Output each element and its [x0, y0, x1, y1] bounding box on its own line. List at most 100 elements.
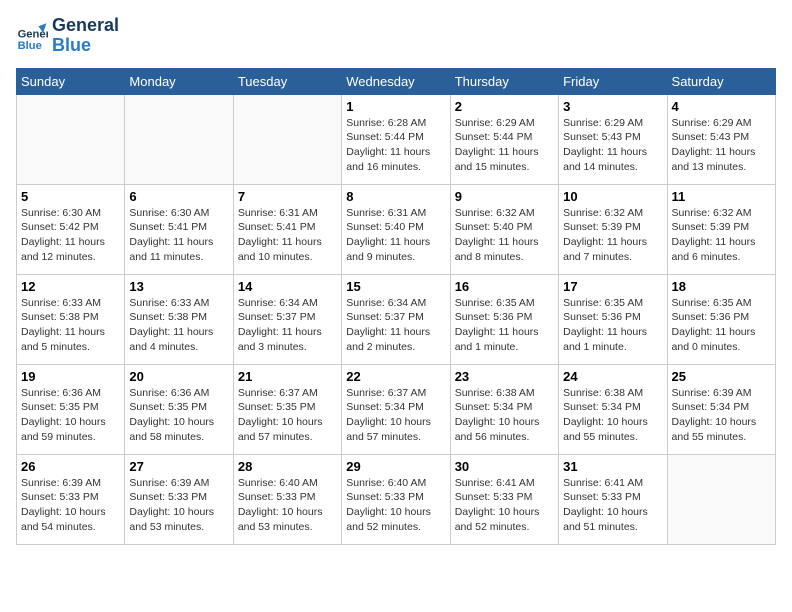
- day-info: Sunrise: 6:29 AM Sunset: 5:43 PM Dayligh…: [563, 116, 662, 175]
- calendar-cell: 16 Sunrise: 6:35 AM Sunset: 5:36 PM Dayli…: [450, 274, 558, 364]
- calendar-cell: 12 Sunrise: 6:33 AM Sunset: 5:38 PM Dayli…: [17, 274, 125, 364]
- day-number: 5: [21, 189, 120, 204]
- calendar-cell: 28 Sunrise: 6:40 AM Sunset: 5:33 PM Dayli…: [233, 454, 341, 544]
- calendar-cell: 7Sunrise: 6:31 AM Sunset: 5:41 PM Daylig…: [233, 184, 341, 274]
- day-info: Sunrise: 6:29 AM Sunset: 5:43 PM Dayligh…: [672, 116, 771, 175]
- logo-text: General Blue: [52, 16, 119, 56]
- day-info: Sunrise: 6:36 AM Sunset: 5:35 PM Dayligh…: [21, 386, 120, 445]
- day-header-wednesday: Wednesday: [342, 68, 450, 94]
- day-info: Sunrise: 6:35 AM Sunset: 5:36 PM Dayligh…: [563, 296, 662, 355]
- calendar-cell: 26Sunrise: 6:39 AM Sunset: 5:33 PM Dayli…: [17, 454, 125, 544]
- day-number: 24: [563, 369, 662, 384]
- calendar-cell: [17, 94, 125, 184]
- calendar-cell: 10 Sunrise: 6:32 AM Sunset: 5:39 PM Dayli…: [559, 184, 667, 274]
- calendar-cell: 29Sunrise: 6:40 AM Sunset: 5:33 PM Dayli…: [342, 454, 450, 544]
- week-row-4: 19 Sunrise: 6:36 AM Sunset: 5:35 PM Dayli…: [17, 364, 776, 454]
- day-number: 31: [563, 459, 662, 474]
- calendar-cell: 1Sunrise: 6:28 AM Sunset: 5:44 PM Daylig…: [342, 94, 450, 184]
- day-number: 16: [455, 279, 554, 294]
- day-number: 9: [455, 189, 554, 204]
- day-number: 6: [129, 189, 228, 204]
- week-row-5: 26Sunrise: 6:39 AM Sunset: 5:33 PM Dayli…: [17, 454, 776, 544]
- day-number: 29: [346, 459, 445, 474]
- day-number: 28: [238, 459, 337, 474]
- calendar-cell: 9 Sunrise: 6:32 AM Sunset: 5:40 PM Daylig…: [450, 184, 558, 274]
- calendar-cell: 6 Sunrise: 6:30 AM Sunset: 5:41 PM Daylig…: [125, 184, 233, 274]
- day-info: Sunrise: 6:36 AM Sunset: 5:35 PM Dayligh…: [129, 386, 228, 445]
- day-number: 3: [563, 99, 662, 114]
- calendar-cell: 5 Sunrise: 6:30 AM Sunset: 5:42 PM Daylig…: [17, 184, 125, 274]
- day-info: Sunrise: 6:39 AM Sunset: 5:33 PM Dayligh…: [21, 476, 120, 535]
- calendar-cell: 22Sunrise: 6:37 AM Sunset: 5:34 PM Dayli…: [342, 364, 450, 454]
- calendar-header-row: SundayMondayTuesdayWednesdayThursdayFrid…: [17, 68, 776, 94]
- day-number: 20: [129, 369, 228, 384]
- day-number: 12: [21, 279, 120, 294]
- day-header-sunday: Sunday: [17, 68, 125, 94]
- calendar-cell: 17 Sunrise: 6:35 AM Sunset: 5:36 PM Dayli…: [559, 274, 667, 364]
- calendar-cell: 24 Sunrise: 6:38 AM Sunset: 5:34 PM Dayli…: [559, 364, 667, 454]
- week-row-2: 5 Sunrise: 6:30 AM Sunset: 5:42 PM Daylig…: [17, 184, 776, 274]
- day-info: Sunrise: 6:33 AM Sunset: 5:38 PM Dayligh…: [129, 296, 228, 355]
- day-info: Sunrise: 6:37 AM Sunset: 5:35 PM Dayligh…: [238, 386, 337, 445]
- day-info: Sunrise: 6:32 AM Sunset: 5:39 PM Dayligh…: [672, 206, 771, 265]
- week-row-1: 1Sunrise: 6:28 AM Sunset: 5:44 PM Daylig…: [17, 94, 776, 184]
- day-number: 15: [346, 279, 445, 294]
- day-info: Sunrise: 6:34 AM Sunset: 5:37 PM Dayligh…: [238, 296, 337, 355]
- day-info: Sunrise: 6:32 AM Sunset: 5:39 PM Dayligh…: [563, 206, 662, 265]
- calendar-cell: [667, 454, 775, 544]
- calendar-cell: 25Sunrise: 6:39 AM Sunset: 5:34 PM Dayli…: [667, 364, 775, 454]
- calendar-cell: 13Sunrise: 6:33 AM Sunset: 5:38 PM Dayli…: [125, 274, 233, 364]
- day-info: Sunrise: 6:40 AM Sunset: 5:33 PM Dayligh…: [238, 476, 337, 535]
- calendar-cell: 31 Sunrise: 6:41 AM Sunset: 5:33 PM Dayli…: [559, 454, 667, 544]
- page-header: General Blue General Blue: [16, 16, 776, 56]
- day-info: Sunrise: 6:41 AM Sunset: 5:33 PM Dayligh…: [455, 476, 554, 535]
- day-header-monday: Monday: [125, 68, 233, 94]
- calendar-cell: 23Sunrise: 6:38 AM Sunset: 5:34 PM Dayli…: [450, 364, 558, 454]
- day-info: Sunrise: 6:41 AM Sunset: 5:33 PM Dayligh…: [563, 476, 662, 535]
- calendar-cell: 4 Sunrise: 6:29 AM Sunset: 5:43 PM Daylig…: [667, 94, 775, 184]
- calendar-cell: 2 Sunrise: 6:29 AM Sunset: 5:44 PM Daylig…: [450, 94, 558, 184]
- calendar-cell: 8 Sunrise: 6:31 AM Sunset: 5:40 PM Daylig…: [342, 184, 450, 274]
- day-info: Sunrise: 6:28 AM Sunset: 5:44 PM Dayligh…: [346, 116, 445, 175]
- calendar-cell: 20 Sunrise: 6:36 AM Sunset: 5:35 PM Dayli…: [125, 364, 233, 454]
- day-number: 4: [672, 99, 771, 114]
- day-info: Sunrise: 6:32 AM Sunset: 5:40 PM Dayligh…: [455, 206, 554, 265]
- day-number: 8: [346, 189, 445, 204]
- day-info: Sunrise: 6:33 AM Sunset: 5:38 PM Dayligh…: [21, 296, 120, 355]
- calendar-cell: 18 Sunrise: 6:35 AM Sunset: 5:36 PM Dayli…: [667, 274, 775, 364]
- day-info: Sunrise: 6:31 AM Sunset: 5:41 PM Dayligh…: [238, 206, 337, 265]
- day-info: Sunrise: 6:29 AM Sunset: 5:44 PM Dayligh…: [455, 116, 554, 175]
- day-number: 23: [455, 369, 554, 384]
- day-number: 2: [455, 99, 554, 114]
- day-number: 19: [21, 369, 120, 384]
- day-number: 18: [672, 279, 771, 294]
- day-header-tuesday: Tuesday: [233, 68, 341, 94]
- day-info: Sunrise: 6:35 AM Sunset: 5:36 PM Dayligh…: [455, 296, 554, 355]
- logo-icon: General Blue: [16, 20, 48, 52]
- calendar-cell: 21Sunrise: 6:37 AM Sunset: 5:35 PM Dayli…: [233, 364, 341, 454]
- day-info: Sunrise: 6:38 AM Sunset: 5:34 PM Dayligh…: [563, 386, 662, 445]
- day-info: Sunrise: 6:30 AM Sunset: 5:41 PM Dayligh…: [129, 206, 228, 265]
- day-number: 10: [563, 189, 662, 204]
- calendar-cell: [125, 94, 233, 184]
- day-info: Sunrise: 6:31 AM Sunset: 5:40 PM Dayligh…: [346, 206, 445, 265]
- calendar-cell: 11 Sunrise: 6:32 AM Sunset: 5:39 PM Dayli…: [667, 184, 775, 274]
- day-info: Sunrise: 6:39 AM Sunset: 5:34 PM Dayligh…: [672, 386, 771, 445]
- day-number: 30: [455, 459, 554, 474]
- day-info: Sunrise: 6:39 AM Sunset: 5:33 PM Dayligh…: [129, 476, 228, 535]
- logo: General Blue General Blue: [16, 16, 119, 56]
- day-header-friday: Friday: [559, 68, 667, 94]
- day-info: Sunrise: 6:30 AM Sunset: 5:42 PM Dayligh…: [21, 206, 120, 265]
- calendar-cell: 14 Sunrise: 6:34 AM Sunset: 5:37 PM Dayli…: [233, 274, 341, 364]
- calendar-cell: 19 Sunrise: 6:36 AM Sunset: 5:35 PM Dayli…: [17, 364, 125, 454]
- calendar-cell: 30 Sunrise: 6:41 AM Sunset: 5:33 PM Dayli…: [450, 454, 558, 544]
- calendar-cell: 27Sunrise: 6:39 AM Sunset: 5:33 PM Dayli…: [125, 454, 233, 544]
- day-info: Sunrise: 6:34 AM Sunset: 5:37 PM Dayligh…: [346, 296, 445, 355]
- day-number: 11: [672, 189, 771, 204]
- day-info: Sunrise: 6:35 AM Sunset: 5:36 PM Dayligh…: [672, 296, 771, 355]
- calendar-table: SundayMondayTuesdayWednesdayThursdayFrid…: [16, 68, 776, 545]
- day-header-saturday: Saturday: [667, 68, 775, 94]
- calendar-cell: 3 Sunrise: 6:29 AM Sunset: 5:43 PM Daylig…: [559, 94, 667, 184]
- day-number: 17: [563, 279, 662, 294]
- day-number: 14: [238, 279, 337, 294]
